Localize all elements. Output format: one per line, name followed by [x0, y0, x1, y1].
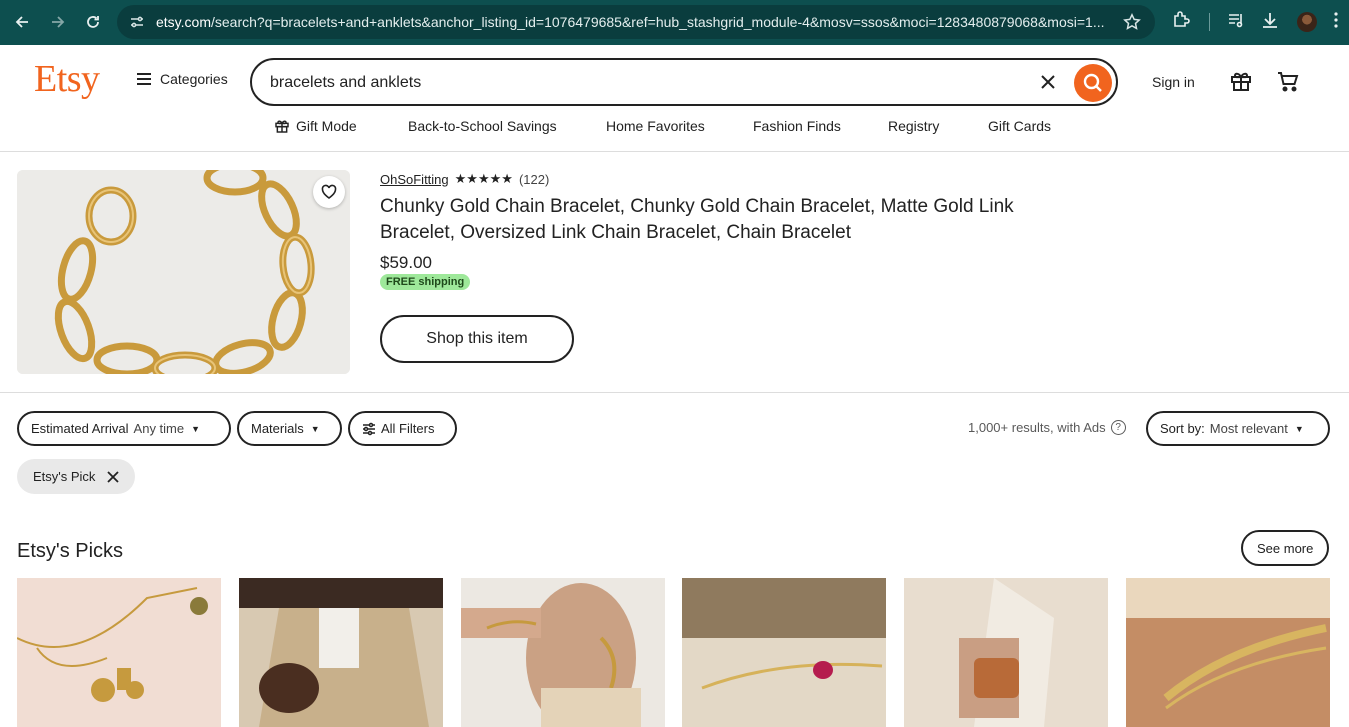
- gift-icon[interactable]: [1229, 69, 1253, 93]
- featured-listing: OhSoFitting ★★★★★ (122) Chunky Gold Chai…: [0, 152, 1349, 393]
- rating-stars: ★★★★★: [454, 171, 513, 186]
- pick-card-5[interactable]: [904, 578, 1108, 727]
- extensions-icon[interactable]: [1171, 10, 1195, 34]
- caret-down-icon: ▼: [1294, 423, 1304, 434]
- see-more-button[interactable]: See more: [1241, 530, 1330, 566]
- categories-label: Categories: [160, 71, 228, 87]
- pick-card-2[interactable]: [239, 578, 443, 727]
- caret-down-icon: ▼: [191, 423, 201, 434]
- clear-search-icon[interactable]: [1037, 71, 1059, 93]
- estimated-arrival-filter[interactable]: Estimated Arrival Any time ▼: [17, 411, 231, 446]
- kebab-menu-icon[interactable]: [1332, 10, 1349, 34]
- pick-card-6[interactable]: [1126, 578, 1330, 727]
- url-text: etsy.com/search?q=bracelets+and+anklets&…: [156, 14, 1106, 30]
- model-jacket-image: [239, 578, 443, 727]
- gold-chain-bracelet-image: [17, 170, 350, 374]
- nav-fashion-finds[interactable]: Fashion Finds: [753, 118, 841, 134]
- nav-registry[interactable]: Registry: [888, 118, 939, 134]
- nav-gift-mode[interactable]: Gift Mode: [274, 118, 357, 134]
- category-nav: Gift Mode Back-to-School Savings Home Fa…: [0, 118, 1349, 138]
- nav-label: Gift Mode: [296, 118, 357, 134]
- media-control-icon[interactable]: [1226, 10, 1250, 34]
- nav-gift-cards[interactable]: Gift Cards: [988, 118, 1051, 134]
- cart-icon[interactable]: [1276, 69, 1300, 93]
- shop-this-item-button[interactable]: Shop this item: [380, 315, 574, 363]
- search-bar: [250, 58, 1118, 106]
- shop-name-link[interactable]: OhSoFitting: [380, 172, 449, 187]
- listing-photo[interactable]: [17, 170, 350, 374]
- model-bracelet-image: [461, 578, 665, 727]
- favorite-button[interactable]: [313, 176, 345, 208]
- chip-label: Etsy's Pick: [33, 469, 96, 484]
- categories-button[interactable]: Categories: [136, 71, 228, 87]
- gift-mode-icon: [275, 120, 289, 133]
- sort-label: Sort by:: [1160, 421, 1205, 436]
- toolbar-divider: [1209, 13, 1210, 31]
- caret-down-icon: ▼: [310, 423, 320, 434]
- site-header: Etsy Categories Sign in Gift Mode Back-t…: [0, 45, 1349, 152]
- url-path: /search?q=bracelets+and+anklets&anchor_l…: [210, 14, 1105, 30]
- pick-card-1[interactable]: [17, 578, 221, 727]
- site-info-icon[interactable]: [129, 14, 145, 30]
- help-icon[interactable]: ?: [1110, 420, 1126, 435]
- search-icon: [1083, 73, 1102, 92]
- materials-filter[interactable]: Materials ▼: [237, 411, 342, 446]
- copper-cuff-image: [904, 578, 1108, 727]
- all-filters-button[interactable]: All Filters: [348, 411, 457, 446]
- pick-card-3[interactable]: [461, 578, 665, 727]
- review-count: (122): [518, 171, 550, 187]
- results-text: 1,000+ results, with Ads: [968, 420, 1106, 435]
- section-title: Etsy's Picks: [17, 540, 124, 562]
- forward-icon[interactable]: [44, 8, 72, 36]
- sort-dropdown[interactable]: Sort by: Most relevant ▼: [1146, 411, 1330, 446]
- download-icon[interactable]: [1260, 10, 1284, 34]
- browser-toolbar: etsy.com/search?q=bracelets+and+anklets&…: [0, 0, 1349, 45]
- nav-back-to-school[interactable]: Back-to-School Savings: [408, 118, 557, 134]
- search-submit-button[interactable]: [1074, 64, 1112, 102]
- heart-icon: [321, 184, 337, 199]
- ruby-bangle-image: [682, 578, 886, 727]
- listing-title[interactable]: Chunky Gold Chain Bracelet, Chunky Gold …: [380, 194, 1080, 246]
- reload-icon[interactable]: [79, 8, 107, 36]
- active-filter-chip[interactable]: Etsy's Pick: [17, 459, 136, 494]
- etsy-logo[interactable]: Etsy: [34, 57, 100, 101]
- back-icon[interactable]: [8, 8, 36, 36]
- search-input[interactable]: [270, 71, 1030, 95]
- results-count: 1,000+ results, with Ads ?: [968, 420, 1126, 435]
- sliders-icon: [363, 422, 375, 435]
- filter-value: Any time: [133, 421, 185, 436]
- sign-in-link[interactable]: Sign in: [1152, 74, 1195, 90]
- listing-price: $59.00: [380, 253, 432, 272]
- name-bracelet-image: [1126, 578, 1330, 727]
- filter-label: Materials: [251, 421, 304, 436]
- profile-avatar[interactable]: [1297, 12, 1317, 32]
- filter-label: All Filters: [381, 421, 435, 436]
- hamburger-icon: [137, 73, 151, 85]
- sort-value: Most relevant: [1209, 421, 1288, 436]
- pick-card-4[interactable]: [682, 578, 886, 727]
- nav-home-favorites[interactable]: Home Favorites: [606, 118, 705, 134]
- charm-bracelet-image: [17, 578, 221, 727]
- bookmark-star-icon[interactable]: [1123, 13, 1141, 31]
- filter-label: Estimated Arrival: [31, 421, 129, 436]
- url-host: etsy.com: [156, 14, 211, 30]
- close-icon[interactable]: [107, 470, 120, 483]
- address-bar[interactable]: etsy.com/search?q=bracelets+and+anklets&…: [117, 5, 1155, 39]
- free-shipping-badge: FREE shipping: [380, 274, 471, 290]
- shop-info: OhSoFitting ★★★★★ (122): [380, 171, 549, 187]
